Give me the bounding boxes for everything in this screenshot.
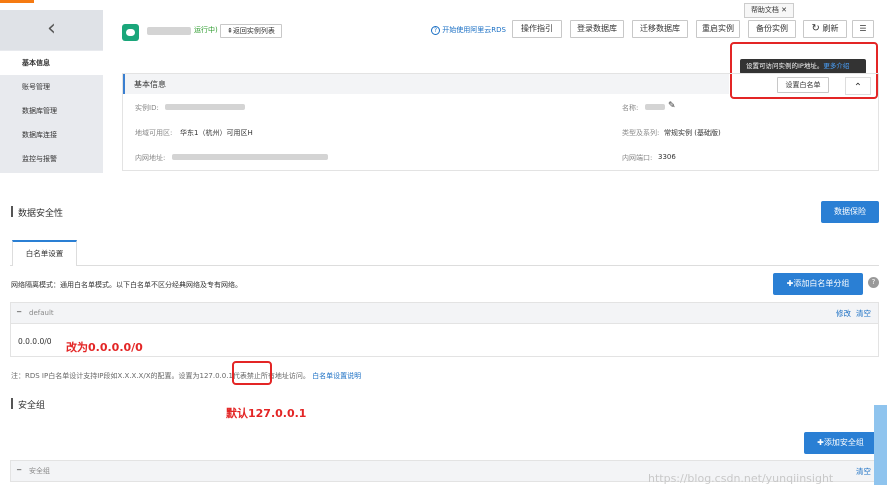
security-group-clear-link[interactable]: 清空 xyxy=(856,466,871,477)
annotation-change: 改为0.0.0.0/0 xyxy=(66,341,143,354)
tab-bar-line xyxy=(10,265,879,266)
instance-name-redacted xyxy=(147,27,191,35)
help-icon[interactable]: ? xyxy=(868,277,879,288)
sidebar-item-databases[interactable]: 数据库管理 xyxy=(0,99,103,123)
chevron-left-icon: ‹ xyxy=(47,16,56,41)
login-db-button[interactable]: 登录数据库 xyxy=(570,20,624,38)
name-label: 名称: xyxy=(622,104,639,112)
basic-info-header xyxy=(123,74,729,94)
sidebar-item-basic-info[interactable]: 基本信息 xyxy=(0,51,103,75)
zone-label: 地域可用区: xyxy=(135,129,173,137)
menu-button[interactable]: ☰ xyxy=(852,20,874,38)
section-marker xyxy=(11,206,13,217)
help-circle-icon: ? xyxy=(431,26,440,35)
name-redacted xyxy=(645,104,665,110)
feedback-side-tab[interactable] xyxy=(874,405,887,485)
back-to-list-link[interactable]: ⇞返回实例列表 xyxy=(220,24,282,38)
instance-status: 运行中) xyxy=(194,26,218,34)
refresh-button[interactable]: ↻ 刷新 xyxy=(803,20,847,38)
restart-button[interactable]: 重启实例 xyxy=(696,20,740,38)
add-whitelist-group-button[interactable]: ✚添加白名单分组 xyxy=(773,273,863,295)
edit-link[interactable]: 修改 xyxy=(836,308,851,319)
cloud-icon xyxy=(126,29,135,36)
edit-pencil-icon[interactable]: ✎ xyxy=(668,101,676,111)
network-mode-text: 网络隔离模式：通用白名单模式。以下白名单不区分经典网络及专有网络。 xyxy=(11,281,242,289)
backup-button[interactable]: 备份实例 xyxy=(748,20,796,38)
instance-logo xyxy=(122,24,139,41)
close-icon[interactable]: ✕ xyxy=(781,6,787,14)
security-group-row-label: 安全组 xyxy=(29,467,50,475)
annotation-default: 默认127.0.0.1 xyxy=(226,407,307,420)
group-collapse-icon[interactable]: ━ xyxy=(17,308,21,316)
add-security-group-button[interactable]: ✚添加安全组 xyxy=(804,432,877,454)
annotation-box-default xyxy=(232,361,272,385)
back-button[interactable]: ‹ xyxy=(0,10,103,50)
note-highlight: 127.0.0.1 xyxy=(199,372,233,380)
data-security-title: 数据安全性 xyxy=(18,209,64,219)
port-value: 3306 xyxy=(658,153,676,161)
security-group-collapse-icon[interactable]: ━ xyxy=(17,466,21,474)
zone-value: 华东1（杭州）可用区H xyxy=(180,129,253,137)
group-name: default xyxy=(29,309,54,317)
data-protect-button[interactable]: 数据保险 xyxy=(821,201,879,223)
guide-button[interactable]: 操作指引 xyxy=(512,20,562,38)
whitelist-group-header xyxy=(10,302,879,324)
section-marker xyxy=(11,398,13,409)
basic-info-title: 基本信息 xyxy=(134,80,166,89)
help-docs-tab[interactable]: 帮助文档 ✕ xyxy=(744,3,794,18)
whitelist-ip-value: 0.0.0.0/0 xyxy=(18,337,52,346)
intranet-label: 内网地址: xyxy=(135,154,166,162)
sidebar-item-accounts[interactable]: 账号管理 xyxy=(0,75,103,99)
sidebar-item-connection[interactable]: 数据库连接 xyxy=(0,123,103,147)
intranet-redacted xyxy=(172,154,328,160)
type-label: 类型及系列: xyxy=(622,129,660,137)
clear-link[interactable]: 清空 xyxy=(856,308,871,319)
watermark: https://blog.csdn.net/yunqiinsight xyxy=(648,472,834,485)
list-icon: ☰ xyxy=(859,24,867,33)
whitelist-guide-link[interactable]: 白名单设置说明 xyxy=(312,372,361,380)
migrate-db-button[interactable]: 迁移数据库 xyxy=(632,20,688,38)
security-group-title: 安全组 xyxy=(18,401,46,411)
whitelist-note: 注：RDS IP白名单设计支持IP段如X.X.X.X/X的配置。设置为127.0… xyxy=(11,372,362,380)
port-label: 内网端口: xyxy=(622,154,653,162)
instance-id-label: 实例ID: xyxy=(135,104,159,112)
sidebar-item-monitoring[interactable]: 监控与报警 xyxy=(0,147,103,171)
get-started-link[interactable]: ? 开始使用阿里云RDS xyxy=(431,25,506,35)
instance-id-redacted xyxy=(165,104,245,110)
tab-whitelist[interactable]: 白名单设置 xyxy=(12,240,77,266)
brand-accent-bar xyxy=(0,0,34,3)
refresh-icon: ↻ xyxy=(811,23,820,34)
type-value: 常规实例 (基础版) xyxy=(664,129,721,137)
